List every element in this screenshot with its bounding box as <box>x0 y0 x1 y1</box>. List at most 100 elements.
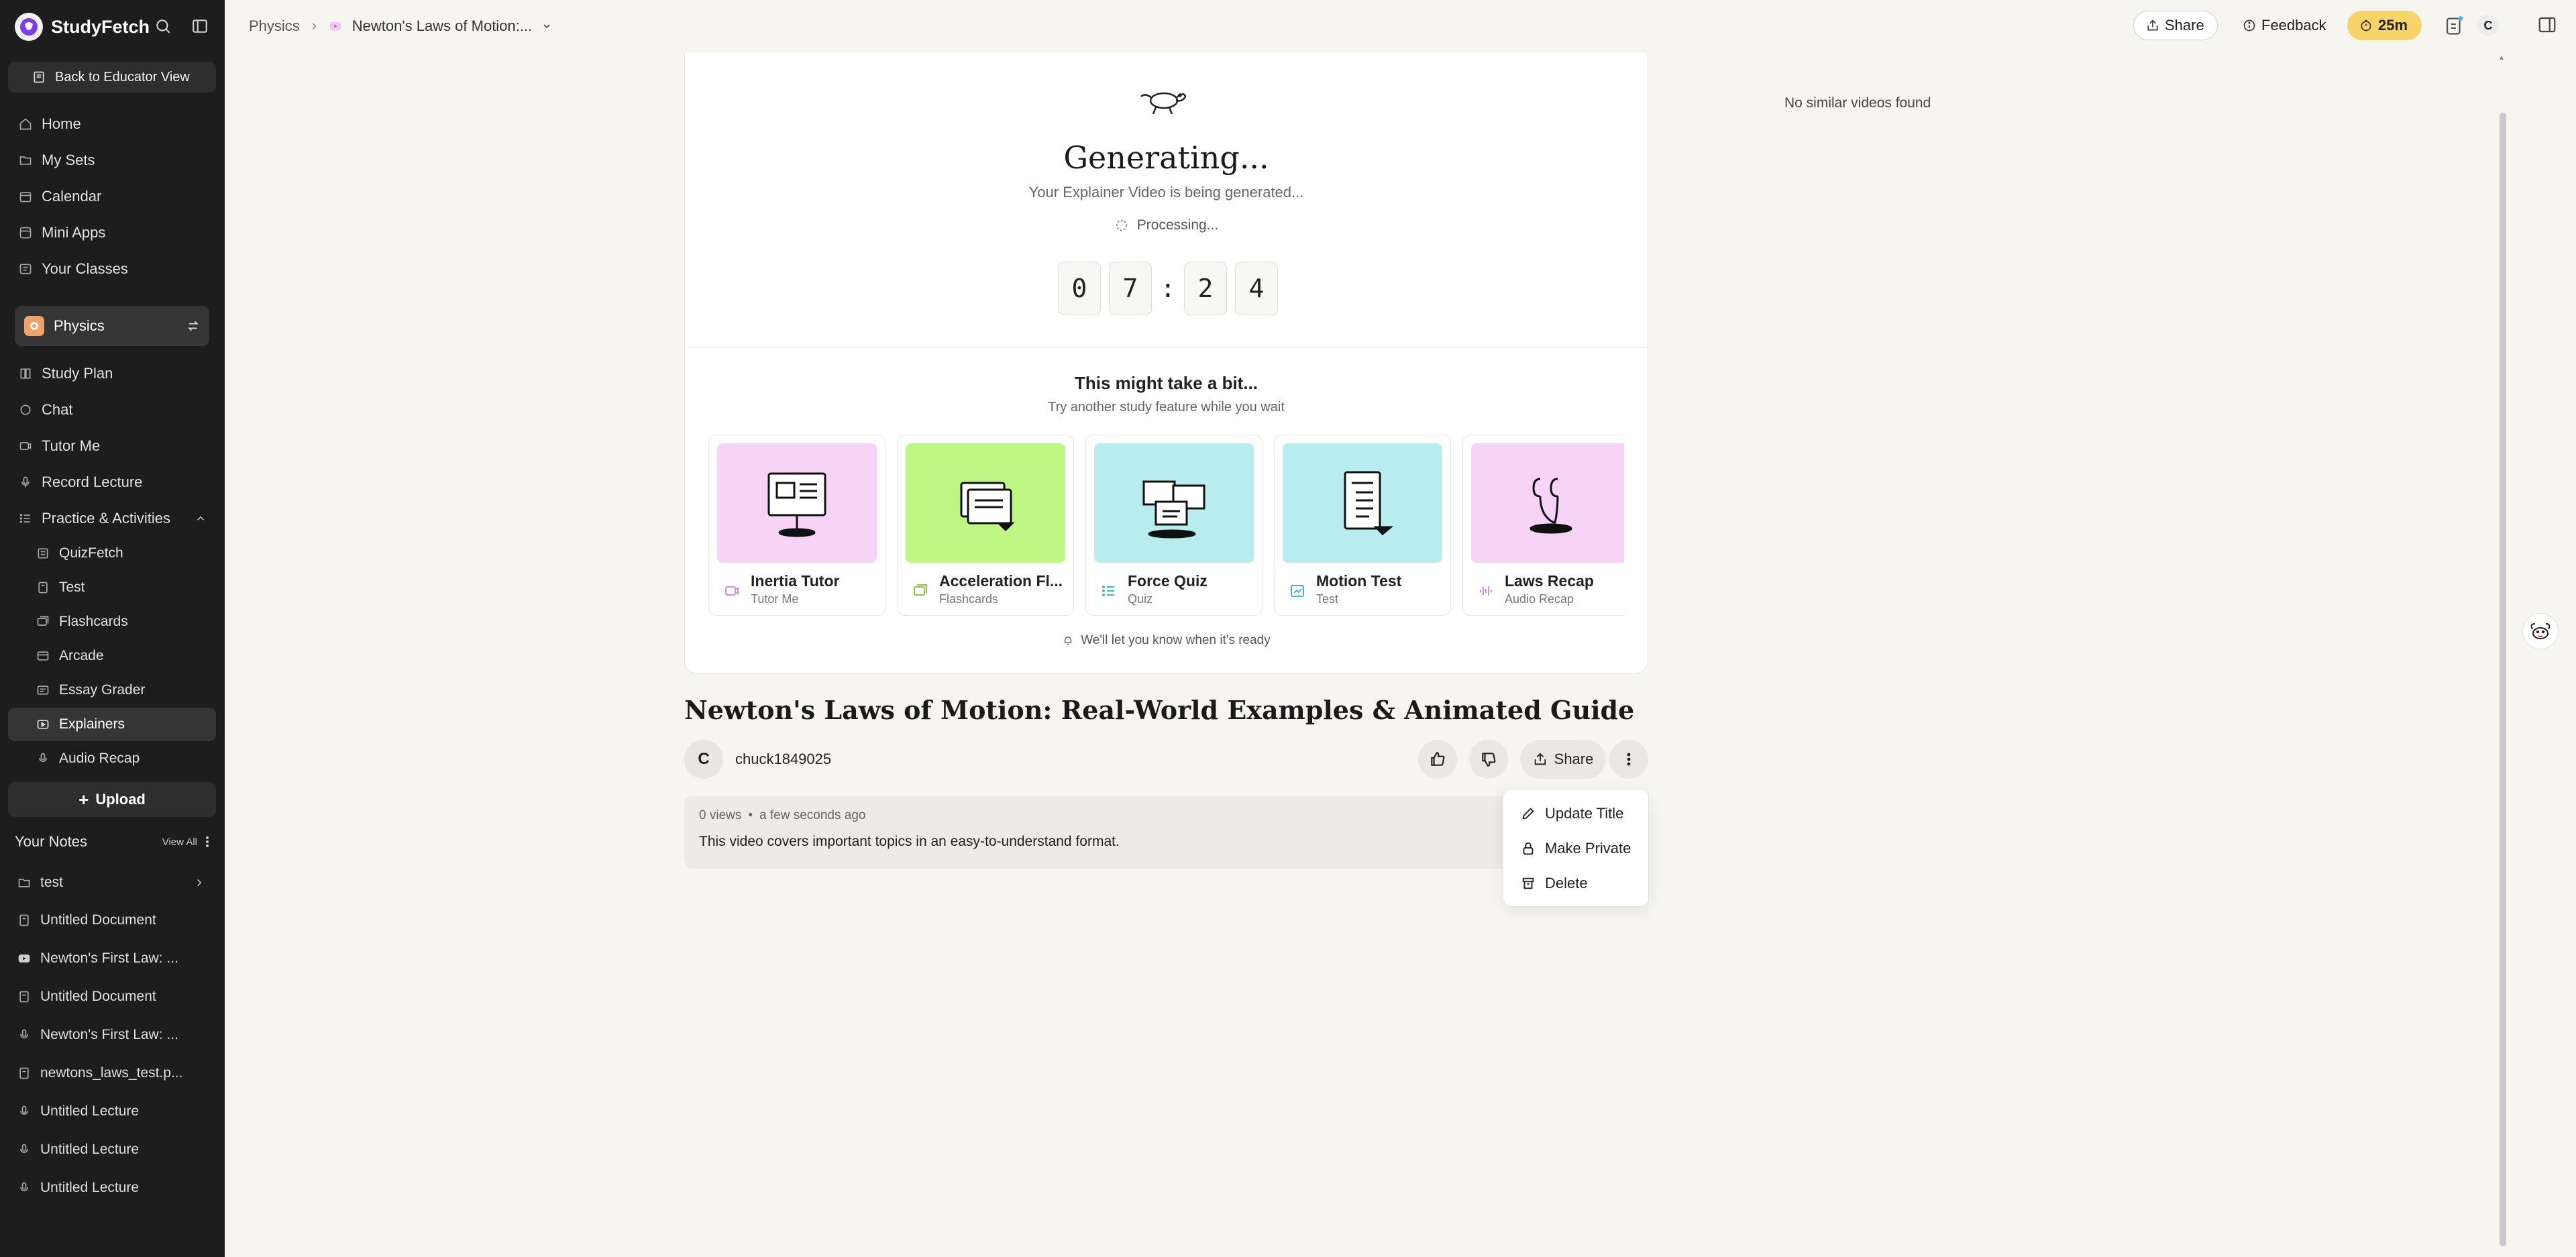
chevron-right-icon <box>312 23 317 30</box>
lock-icon <box>1523 842 1534 855</box>
chevron-up-icon[interactable] <box>195 512 207 525</box>
flashcards-icon <box>960 482 1015 532</box>
share-button[interactable]: Share <box>2133 11 2218 40</box>
top-bar: Physics Newton's Laws of Motion:... Shar… <box>225 0 2576 52</box>
scrollbar[interactable] <box>2500 113 2506 1246</box>
nav-calendar[interactable]: Calendar <box>8 180 216 213</box>
breadcrumb-current[interactable]: Newton's Laws of Motion:... <box>352 17 532 35</box>
owner-avatar[interactable]: C <box>684 740 723 779</box>
earbuds-icon <box>1529 478 1572 534</box>
menu-label: Update Title <box>1545 805 1624 822</box>
nav-chat[interactable]: Chat <box>8 393 216 427</box>
feature-carousel: Inertia Tutor Tutor Me Acceleration Fl..… <box>708 435 1624 617</box>
more-vertical-icon[interactable] <box>205 835 209 849</box>
processing-status: Processing... <box>685 217 1648 233</box>
nav-explainers[interactable]: Explainers <box>8 708 216 741</box>
nav-label: Audio Recap <box>59 751 140 766</box>
note-item[interactable]: Newton's First Law: ... <box>8 1018 216 1052</box>
scroll-up-arrow-icon[interactable]: ▴ <box>2500 52 2506 62</box>
like-button[interactable] <box>1418 740 1457 779</box>
note-item[interactable]: Untitled Lecture <box>8 1171 216 1205</box>
feature-card-inertia-tutor[interactable]: Inertia Tutor Tutor Me <box>708 435 885 616</box>
tutor-icon <box>725 586 739 596</box>
feature-card-force-quiz[interactable]: Force Quiz Quiz <box>1085 435 1263 616</box>
note-item[interactable]: newtons_laws_test.p... <box>8 1056 216 1090</box>
info-icon <box>2243 19 2255 32</box>
nav-arcade[interactable]: Arcade <box>8 639 216 673</box>
mic-icon <box>20 1144 28 1153</box>
dog-mascot-icon <box>2530 623 2551 639</box>
back-to-educator-button[interactable]: Back to Educator View <box>8 62 216 93</box>
brand[interactable]: StudyFetch <box>15 12 150 42</box>
nav-your-classes[interactable]: Your Classes <box>8 252 216 286</box>
nav-essay-grader[interactable]: Essay Grader <box>8 673 216 707</box>
nav-audio-recap[interactable]: Audio Recap <box>8 742 216 775</box>
bell-icon <box>1064 637 1072 645</box>
search-icon[interactable] <box>152 15 174 38</box>
document-icon <box>19 991 29 1003</box>
nav-home[interactable]: Home <box>8 107 216 141</box>
nav-test[interactable]: Test <box>8 571 216 604</box>
note-item[interactable]: Newton's First Law: ... <box>8 942 216 975</box>
note-item[interactable]: test <box>8 866 216 899</box>
meta-separator: • <box>748 808 753 822</box>
nav-label: Test <box>59 580 85 595</box>
nav-practice-activities[interactable]: Practice & Activities <box>8 502 216 535</box>
feature-card-motion-test[interactable]: Motion Test Test <box>1274 435 1451 616</box>
plus-icon: + <box>78 789 89 810</box>
feedback-button[interactable]: Feedback <box>2231 11 2351 40</box>
class-name: Physics <box>54 317 105 334</box>
quiz-icon <box>38 548 48 559</box>
note-item[interactable]: Untitled Lecture <box>8 1095 216 1128</box>
timer-button[interactable]: 25m <box>2347 11 2422 40</box>
studyfetch-logo-icon <box>15 13 43 41</box>
note-item[interactable]: Untitled Document <box>8 980 216 1014</box>
nav-tutor-me[interactable]: Tutor Me <box>8 429 216 463</box>
dislike-button[interactable] <box>1469 740 1508 779</box>
sidebar: StudyFetch Back to Educator View Home My… <box>0 0 225 1257</box>
owner-name[interactable]: chuck1849025 <box>735 751 831 768</box>
timer-label: 25m <box>2378 17 2408 34</box>
book-icon <box>20 368 31 379</box>
class-selector[interactable]: Physics <box>15 306 209 346</box>
user-avatar[interactable]: C <box>2477 15 2499 36</box>
menu-delete[interactable]: Delete <box>1503 866 1650 901</box>
swap-icon <box>188 321 199 331</box>
notes-document-icon[interactable] <box>2443 15 2465 38</box>
nav-label: My Sets <box>42 152 95 168</box>
video-title: Newton's Laws of Motion: Real-World Exam… <box>684 695 1635 725</box>
view-all-link[interactable]: View All <box>162 836 197 848</box>
nav-flashcards[interactable]: Flashcards <box>8 605 216 639</box>
sidebar-toggle-icon[interactable] <box>189 15 211 38</box>
spinner-icon <box>1116 219 1128 231</box>
nav-quizfetch[interactable]: QuizFetch <box>8 537 216 570</box>
mascot-assistant-button[interactable] <box>2522 613 2559 649</box>
timer-icon <box>2361 19 2371 32</box>
upload-button[interactable]: + Upload <box>8 782 216 817</box>
nav-record-lecture[interactable]: Record Lecture <box>8 466 216 499</box>
menu-make-private[interactable]: Make Private <box>1503 831 1650 866</box>
wait-subtitle: Try another study feature while you wait <box>1048 400 1285 415</box>
chat-icon <box>20 404 31 415</box>
nav-study-plan[interactable]: Study Plan <box>8 357 216 390</box>
upload-time: a few seconds ago <box>759 808 866 822</box>
feature-card-acceleration-flashcards[interactable]: Acceleration Fl... Flashcards <box>897 435 1074 616</box>
mic-icon <box>20 1029 28 1038</box>
note-item[interactable]: Untitled Document <box>8 904 216 937</box>
tutor-icon <box>19 442 32 450</box>
video-share-button[interactable]: Share <box>1520 740 1606 779</box>
breadcrumb-root[interactable]: Physics <box>249 17 300 35</box>
calendar-icon <box>19 192 32 203</box>
nav-my-sets[interactable]: My Sets <box>8 144 216 177</box>
feature-type: Test <box>1316 592 1339 606</box>
generating-subtitle: Your Explainer Video is being generated.… <box>1028 184 1304 201</box>
nav-mini-apps[interactable]: Mini Apps <box>8 216 216 250</box>
menu-update-title[interactable]: Update Title <box>1503 796 1650 831</box>
feature-card-laws-recap[interactable]: Laws Recap Audio Recap <box>1462 435 1624 616</box>
more-options-button[interactable] <box>1609 740 1648 779</box>
panel-toggle-icon[interactable] <box>2537 15 2560 38</box>
note-item[interactable]: Untitled Lecture <box>8 1133 216 1166</box>
feature-type: Quiz <box>1128 592 1153 606</box>
chevron-down-icon[interactable] <box>541 21 552 32</box>
test-sheet-icon <box>1344 471 1394 536</box>
